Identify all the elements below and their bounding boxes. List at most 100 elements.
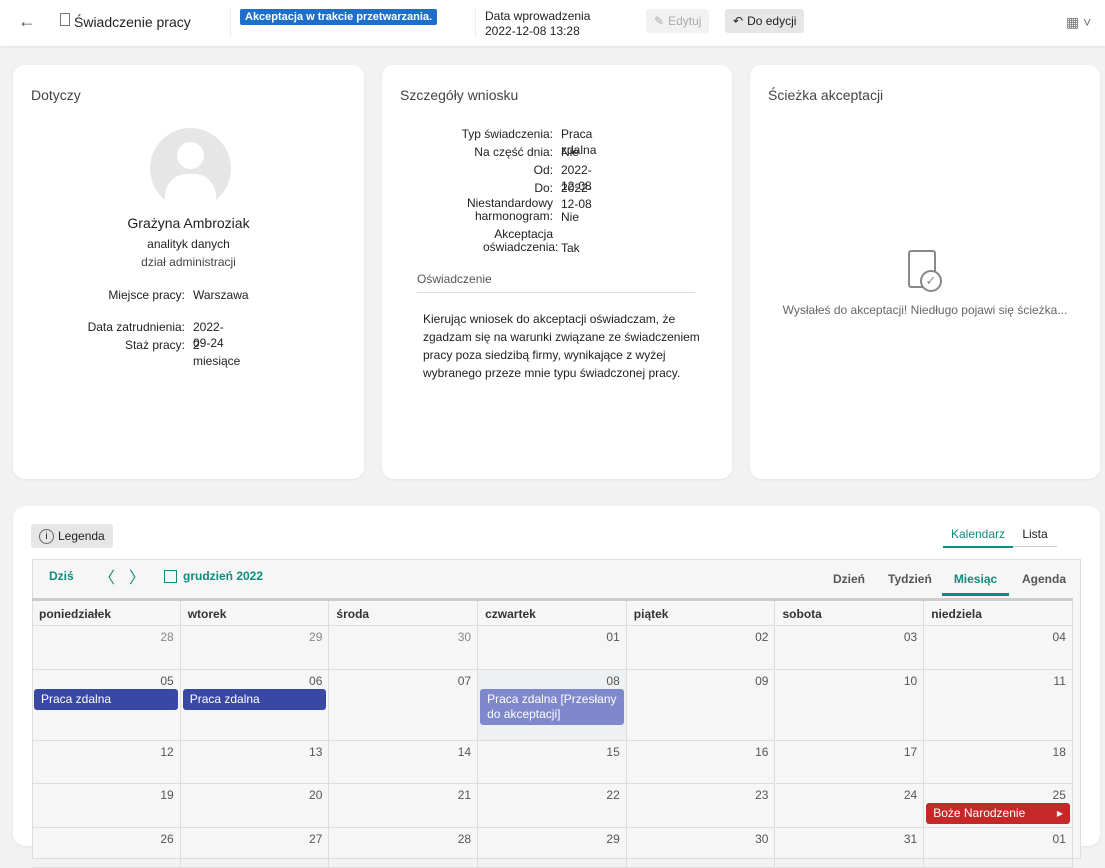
calendar-event[interactable]: Praca zdalna — [34, 689, 178, 710]
day-number: 18 — [1052, 745, 1066, 759]
day-cell[interactable]: 28 — [32, 626, 181, 670]
day-cell[interactable]: 29 — [478, 828, 627, 868]
day-number: 02 — [755, 630, 769, 644]
day-cell[interactable]: 01 — [478, 626, 627, 670]
day-cell[interactable]: 02 — [626, 626, 776, 670]
day-cell[interactable]: 28 — [329, 828, 479, 868]
day-number: 29 — [309, 630, 323, 644]
weekday-header: wtorek — [180, 601, 330, 626]
day-number: 26 — [160, 832, 174, 846]
back-arrow-icon[interactable]: ← — [18, 11, 36, 32]
status-badge: Akceptacja w trakcie przetwarzania. — [240, 9, 438, 25]
day-number: 19 — [160, 788, 174, 802]
info-icon: i — [39, 528, 54, 544]
date-value: 2022-12-08 13:28 — [485, 24, 580, 38]
day-cell[interactable]: 18 — [924, 741, 1073, 784]
day-cell[interactable]: 16 — [626, 741, 776, 784]
approval-path-message: Wysłałeś do akceptacji! Niedługo pojawi … — [782, 303, 1068, 317]
prev-month-icon[interactable]: 〈 — [99, 564, 115, 588]
next-month-icon[interactable]: 〉 — [129, 564, 145, 588]
day-number: 27 — [309, 832, 323, 846]
day-number: 28 — [457, 832, 472, 846]
calendar-icon[interactable] — [164, 570, 177, 583]
day-cell[interactable]: 12 — [32, 741, 181, 784]
page-title: Świadczenie pracy — [74, 14, 191, 30]
day-cell[interactable]: 13 — [180, 741, 330, 784]
weekday-header: czwartek — [478, 601, 627, 626]
day-cell[interactable]: 27 — [180, 828, 330, 868]
approval-path-card: Ścieżka akceptacji ✓ Wysłałeś do akcepta… — [750, 65, 1100, 479]
today-button[interactable]: Dziś — [49, 569, 74, 583]
person-name: Grażyna Ambroziak — [127, 215, 250, 231]
day-number: 24 — [903, 788, 918, 802]
expand-arrow-icon[interactable]: ▸ — [1057, 806, 1063, 821]
day-number: 04 — [1052, 630, 1066, 644]
day-number: 31 — [903, 832, 918, 846]
day-cell[interactable]: 19 — [32, 784, 181, 828]
day-number: 06 — [309, 674, 323, 688]
day-cell[interactable]: 24 — [775, 784, 925, 828]
day-number: 29 — [606, 832, 620, 846]
day-number: 28 — [160, 630, 174, 644]
card-title: Dotyczy — [31, 87, 81, 103]
calendar-event[interactable]: Boże Narodzenie ▸ — [926, 803, 1070, 824]
day-cell[interactable]: 21 — [329, 784, 479, 828]
view-month[interactable]: Miesiąc — [942, 572, 1009, 596]
day-number: 09 — [755, 674, 769, 688]
weekday-header: niedziela — [924, 601, 1073, 626]
day-cell[interactable]: 17 — [775, 741, 925, 784]
day-number: 14 — [457, 745, 472, 759]
day-cell[interactable]: 20 — [180, 784, 330, 828]
day-cell[interactable]: 30 — [626, 828, 776, 868]
details-card: Szczegóły wniosku Typ świadczenia: Praca … — [382, 65, 732, 479]
month-label[interactable]: grudzień 2022 — [183, 569, 263, 583]
day-cell[interactable]: 29 — [180, 626, 330, 670]
day-cell[interactable]: 11 — [924, 670, 1073, 741]
day-number: 20 — [309, 788, 323, 802]
day-number: 11 — [1053, 674, 1066, 688]
avatar — [150, 128, 231, 209]
legend-button[interactable]: i Legenda — [31, 524, 113, 548]
day-cell[interactable]: 22 — [478, 784, 627, 828]
day-number: 10 — [903, 674, 918, 688]
day-cell[interactable]: 15 — [478, 741, 627, 784]
day-number: 13 — [309, 745, 323, 759]
tab-list[interactable]: Lista — [1013, 527, 1057, 547]
day-cell[interactable]: 04 — [924, 626, 1073, 670]
day-number: 30 — [457, 630, 472, 644]
view-day[interactable]: Dzień — [833, 572, 865, 586]
day-cell[interactable]: 26 — [32, 828, 181, 868]
person-department: dział administracji — [141, 255, 236, 269]
person-position: analityk danych — [147, 237, 230, 251]
day-cell[interactable]: 07 — [329, 670, 479, 741]
day-cell[interactable]: 30 — [329, 626, 479, 670]
day-number: 16 — [755, 745, 769, 759]
day-cell[interactable]: 03 — [775, 626, 925, 670]
calendar-event[interactable]: Praca zdalna — [182, 689, 327, 710]
edit-button[interactable]: ✎ Edytuj — [646, 9, 710, 33]
day-number: 15 — [606, 745, 620, 759]
day-number: 12 — [160, 745, 174, 759]
calendar-event[interactable]: Praca zdalna [Przesłany do akceptacji] — [480, 689, 624, 725]
return-to-edit-button[interactable]: ↶ Do edycji — [725, 9, 805, 33]
date-label: Data wprowadzenia — [485, 9, 591, 23]
statement-title: Oświadczenie — [417, 272, 695, 293]
day-number: 25 — [1052, 788, 1066, 802]
day-number: 01 — [1052, 832, 1066, 846]
card-title: Ścieżka akceptacji — [768, 87, 884, 103]
day-cell[interactable]: 31 — [775, 828, 925, 868]
day-cell[interactable]: 10 — [775, 670, 925, 741]
day-number: 23 — [755, 788, 769, 802]
day-cell[interactable]: 23 — [626, 784, 776, 828]
tab-calendar[interactable]: Kalendarz — [943, 527, 1013, 548]
day-cell[interactable]: 09 — [626, 670, 776, 741]
day-number: 21 — [457, 788, 472, 802]
weekday-header: środa — [329, 601, 479, 626]
view-agenda[interactable]: Agenda — [1022, 572, 1066, 586]
day-number: 03 — [903, 630, 918, 644]
day-number: 01 — [606, 630, 620, 644]
day-cell[interactable]: 01 — [924, 828, 1073, 868]
layout-menu-icon[interactable]: ▦ ˅ — [1066, 14, 1091, 31]
day-cell[interactable]: 14 — [329, 741, 479, 784]
view-week[interactable]: Tydzień — [888, 572, 932, 586]
